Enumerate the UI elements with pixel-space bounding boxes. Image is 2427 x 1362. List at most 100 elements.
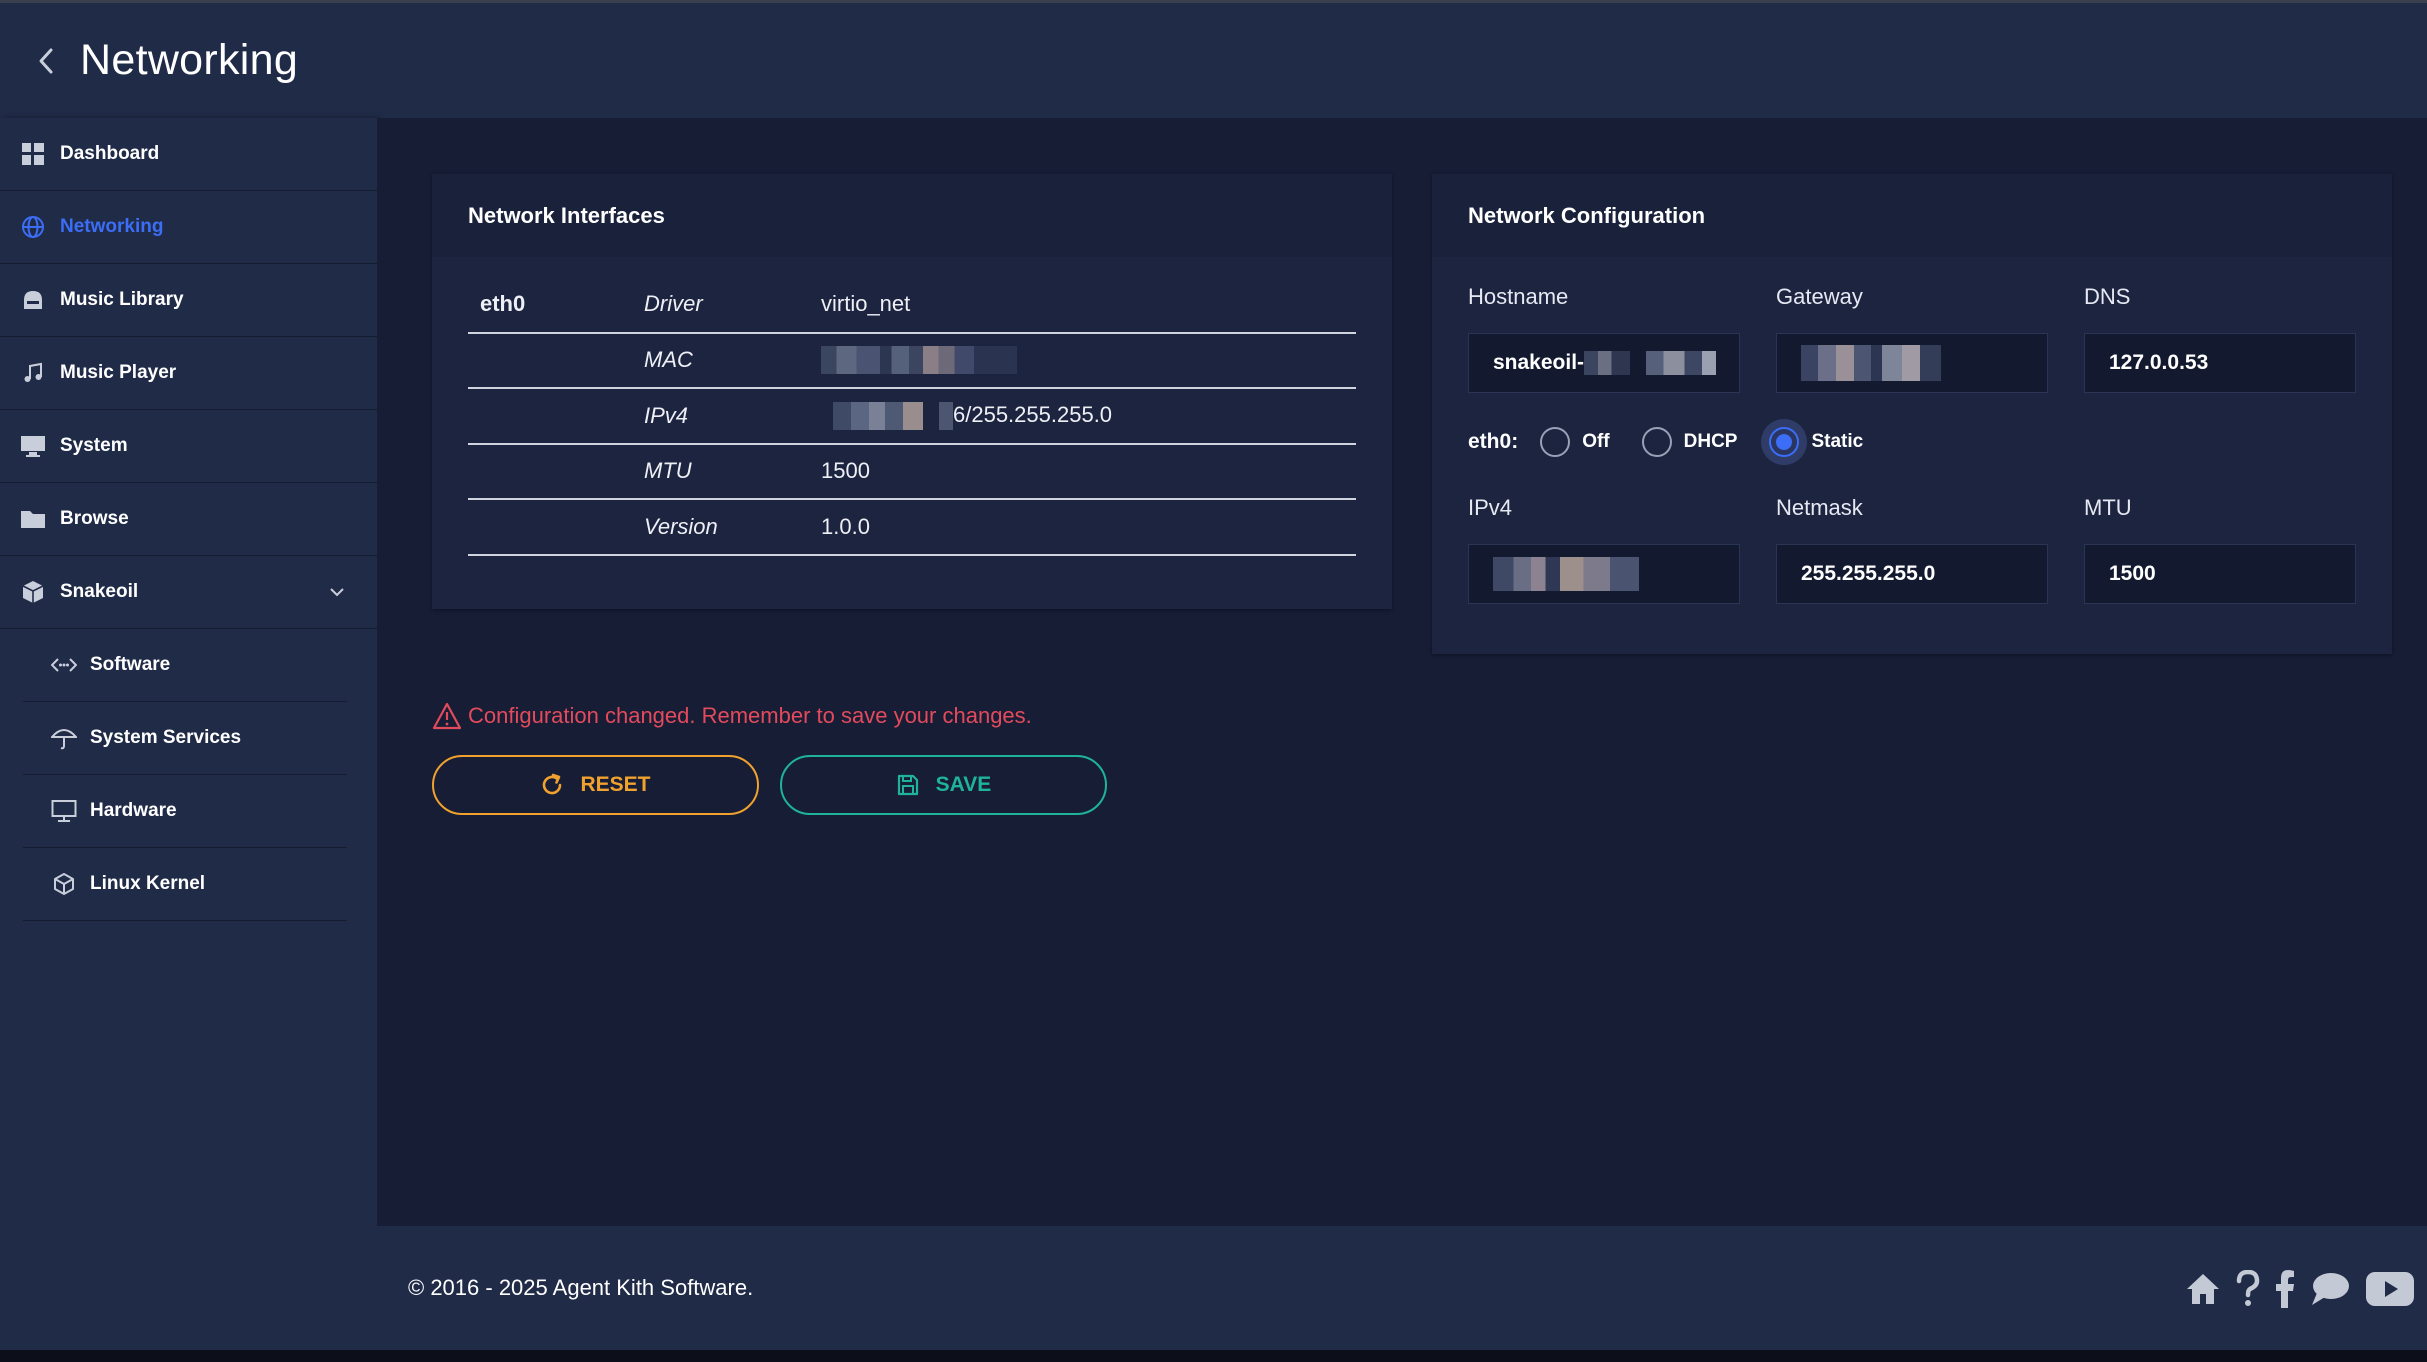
card-title: Network Interfaces	[432, 174, 1392, 257]
cube-icon	[50, 871, 78, 897]
globe-icon	[20, 214, 46, 240]
sidebar-subitem-label: Hardware	[90, 800, 177, 821]
mode-radio-group: eth0: Off DHCP Static	[1468, 422, 1895, 462]
network-interfaces-card: Network Interfaces eth0 Driver virtio_ne…	[432, 174, 1392, 609]
folder-icon	[20, 506, 46, 532]
netmask-label: Netmask	[1776, 495, 1863, 520]
bottom-strip	[0, 1350, 2427, 1362]
ipv4-label: IPv4	[1468, 495, 1513, 520]
card-title: Network Configuration	[1432, 174, 2392, 257]
netmask-input[interactable]: 255.255.255.0	[1776, 544, 2048, 604]
code-icon	[50, 652, 78, 678]
radio-label: Static	[1811, 431, 1864, 452]
sidebar-item-dashboard[interactable]: Dashboard	[0, 118, 377, 191]
netmask-value: 255.255.255.0	[1801, 562, 1936, 585]
warning-text: Configuration changed. Remember to save …	[468, 703, 1032, 728]
main-content: Network Interfaces eth0 Driver virtio_ne…	[377, 118, 2427, 1226]
umbrella-icon	[50, 725, 78, 751]
mtu-value: 1500	[2109, 562, 2156, 585]
dashboard-grid-icon	[20, 141, 46, 167]
sidebar-item-system[interactable]: System	[0, 410, 377, 483]
footer: © 2016 - 2025 Agent Kith Software.	[377, 1226, 2427, 1350]
warning-triangle-icon	[432, 701, 462, 731]
hostname-input[interactable]: snakeoil-	[1468, 333, 1740, 393]
footer-icons	[2171, 1270, 2415, 1308]
radio-circle	[1769, 427, 1800, 457]
monitor-outline-icon	[50, 798, 78, 824]
ipv4-suffix: 6/255.255.255.0	[953, 401, 1113, 427]
sidebar-item-label: Browse	[60, 508, 129, 529]
sidebar-item-label: Music Player	[60, 362, 177, 383]
dns-label: DNS	[2084, 284, 2131, 309]
interface-label: eth0	[1468, 430, 1512, 453]
property-key: Version	[644, 499, 821, 556]
redacted-mac	[821, 346, 1017, 375]
library-icon	[20, 287, 46, 313]
config-changed-warning: Configuration changed. Remember to save …	[432, 701, 1032, 731]
music-note-icon	[20, 360, 46, 386]
property-key: Driver	[644, 277, 821, 334]
sidebar-item-snakeoil[interactable]: Snakeoil	[0, 556, 377, 629]
redacted-gateway	[1801, 345, 1941, 381]
ipv4-input[interactable]	[1468, 544, 1740, 604]
help-icon[interactable]	[2235, 1270, 2261, 1308]
back-arrow-icon[interactable]	[26, 41, 66, 81]
hostname-value: snakeoil-	[1493, 351, 1585, 374]
sidebar-item-label: Music Library	[60, 289, 184, 310]
youtube-icon[interactable]	[2365, 1271, 2415, 1307]
interface-label-colon: :	[1511, 430, 1519, 453]
reset-label: RESET	[580, 773, 651, 796]
interface-name: eth0	[468, 277, 644, 334]
table-row: Version 1.0.0	[468, 499, 1356, 556]
save-label: SAVE	[935, 773, 992, 796]
property-value: 6/255.255.255.0	[821, 388, 1356, 445]
dns-value: 127.0.0.53	[2109, 351, 2209, 374]
table-row: MAC	[468, 332, 1356, 389]
monitor-icon	[20, 433, 46, 459]
save-disk-icon	[896, 772, 922, 798]
page-title: Networking	[80, 36, 299, 84]
sidebar-item-music-library[interactable]: Music Library	[0, 264, 377, 337]
redacted-hostname	[1584, 351, 1631, 375]
sidebar-subitem-label: Linux Kernel	[90, 873, 206, 894]
save-button[interactable]: SAVE	[780, 755, 1107, 815]
redacted-ip	[939, 401, 953, 430]
facebook-icon[interactable]	[2275, 1270, 2295, 1308]
property-key: MTU	[644, 443, 821, 500]
mode-dhcp-radio[interactable]: DHCP	[1641, 427, 1738, 457]
sidebar-subitem-linux-kernel[interactable]: Linux Kernel	[23, 848, 347, 921]
redacted-ipv4	[1493, 557, 1639, 591]
sidebar-subitem-label: System Services	[90, 727, 242, 748]
sidebar: Dashboard Networking Music Library Music…	[0, 118, 377, 1350]
sidebar-item-browse[interactable]: Browse	[0, 483, 377, 556]
gateway-input[interactable]	[1776, 333, 2048, 393]
sidebar-item-networking[interactable]: Networking	[0, 191, 377, 264]
interfaces-table: eth0 Driver virtio_net MAC IPv4 6/255.25…	[468, 277, 1356, 556]
radio-label: DHCP	[1683, 431, 1738, 452]
sidebar-item-label: System	[60, 435, 128, 456]
sidebar-item-label: Snakeoil	[60, 581, 139, 602]
chevron-down-icon[interactable]	[329, 583, 347, 601]
property-value: 1500	[821, 443, 1356, 500]
table-row: MTU 1500	[468, 443, 1356, 500]
property-key: IPv4	[644, 388, 821, 445]
property-key: MAC	[644, 332, 821, 389]
sidebar-item-music-player[interactable]: Music Player	[0, 337, 377, 410]
package-icon	[20, 579, 46, 605]
sidebar-subitem-system-services[interactable]: System Services	[23, 702, 347, 775]
mtu-input[interactable]: 1500	[2084, 544, 2356, 604]
sidebar-subitem-software[interactable]: Software	[23, 629, 347, 702]
sidebar-item-label: Dashboard	[60, 143, 160, 164]
property-value	[821, 332, 1356, 389]
chat-icon[interactable]	[2309, 1271, 2351, 1307]
home-icon[interactable]	[2185, 1272, 2221, 1306]
mtu-label: MTU	[2084, 495, 2132, 520]
sidebar-subitem-label: Software	[90, 654, 171, 675]
reset-button[interactable]: RESET	[432, 755, 759, 815]
property-value: virtio_net	[821, 277, 1356, 334]
sidebar-subitem-hardware[interactable]: Hardware	[23, 775, 347, 848]
top-bar: Networking	[0, 0, 2427, 118]
mode-static-radio[interactable]: Static	[1769, 427, 1863, 457]
dns-input[interactable]: 127.0.0.53	[2084, 333, 2356, 393]
mode-off-radio[interactable]: Off	[1540, 427, 1610, 457]
